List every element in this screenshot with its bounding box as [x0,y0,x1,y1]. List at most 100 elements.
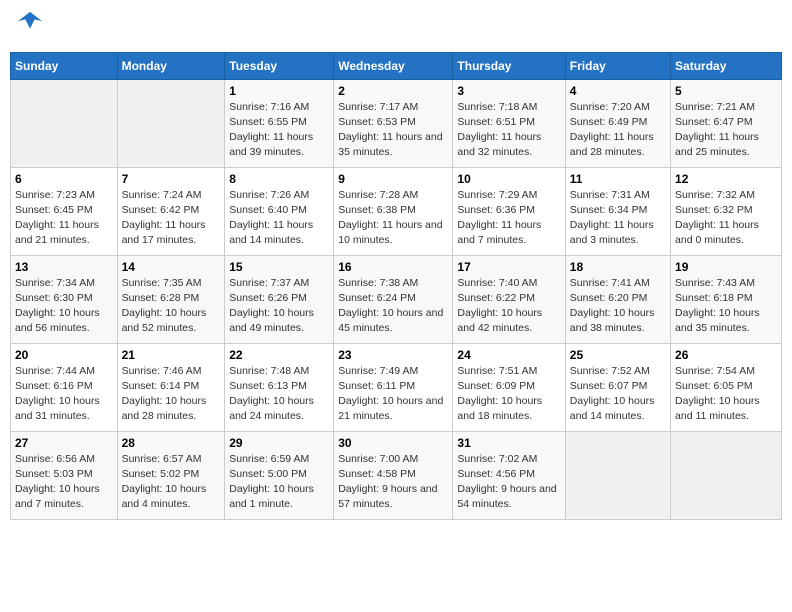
logo-line1 [14,10,44,44]
day-info: Sunrise: 7:46 AM Sunset: 6:14 PM Dayligh… [122,364,221,425]
day-info: Sunrise: 7:23 AM Sunset: 6:45 PM Dayligh… [15,188,113,249]
day-info: Sunrise: 7:37 AM Sunset: 6:26 PM Dayligh… [229,276,329,337]
day-info: Sunrise: 7:02 AM Sunset: 4:56 PM Dayligh… [457,452,560,513]
day-info: Sunrise: 6:57 AM Sunset: 5:02 PM Dayligh… [122,452,221,513]
day-number: 4 [570,84,666,98]
calendar-cell: 2 Sunrise: 7:17 AM Sunset: 6:53 PM Daylig… [334,79,453,167]
day-number: 9 [338,172,448,186]
calendar-cell: 20Sunrise: 7:44 AM Sunset: 6:16 PM Dayli… [11,343,118,431]
calendar-cell: 27 Sunrise: 6:56 AM Sunset: 5:03 PM Dayli… [11,431,118,519]
day-header-thursday: Thursday [453,52,565,79]
day-info: Sunrise: 7:35 AM Sunset: 6:28 PM Dayligh… [122,276,221,337]
day-header-saturday: Saturday [671,52,782,79]
day-number: 1 [229,84,329,98]
calendar-week-row: 6 Sunrise: 7:23 AM Sunset: 6:45 PM Daylig… [11,167,782,255]
day-info: Sunrise: 7:31 AM Sunset: 6:34 PM Dayligh… [570,188,666,249]
calendar-cell: 8 Sunrise: 7:26 AM Sunset: 6:40 PM Daylig… [225,167,334,255]
calendar-cell: 22 Sunrise: 7:48 AM Sunset: 6:13 PM Dayli… [225,343,334,431]
day-number: 11 [570,172,666,186]
logo [14,10,44,44]
day-header-tuesday: Tuesday [225,52,334,79]
day-number: 15 [229,260,329,274]
calendar-cell: 25 Sunrise: 7:52 AM Sunset: 6:07 PM Dayli… [565,343,670,431]
calendar-cell: 29 Sunrise: 6:59 AM Sunset: 5:00 PM Dayli… [225,431,334,519]
day-info: Sunrise: 7:49 AM Sunset: 6:11 PM Dayligh… [338,364,448,425]
day-info: Sunrise: 7:17 AM Sunset: 6:53 PM Dayligh… [338,100,448,161]
day-info: Sunrise: 7:52 AM Sunset: 6:07 PM Dayligh… [570,364,666,425]
day-info: Sunrise: 7:34 AM Sunset: 6:30 PM Dayligh… [15,276,113,337]
day-info: Sunrise: 7:38 AM Sunset: 6:24 PM Dayligh… [338,276,448,337]
calendar-cell: 19 Sunrise: 7:43 AM Sunset: 6:18 PM Dayli… [671,255,782,343]
calendar-cell [565,431,670,519]
calendar-week-row: 27 Sunrise: 6:56 AM Sunset: 5:03 PM Dayli… [11,431,782,519]
calendar-header-row: SundayMondayTuesdayWednesdayThursdayFrid… [11,52,782,79]
calendar-cell: 15 Sunrise: 7:37 AM Sunset: 6:26 PM Dayli… [225,255,334,343]
calendar-week-row: 1Sunrise: 7:16 AM Sunset: 6:55 PM Daylig… [11,79,782,167]
day-number: 5 [675,84,777,98]
calendar-cell: 26 Sunrise: 7:54 AM Sunset: 6:05 PM Dayli… [671,343,782,431]
day-number: 27 [15,436,113,450]
day-number: 26 [675,348,777,362]
calendar-cell: 14 Sunrise: 7:35 AM Sunset: 6:28 PM Dayli… [117,255,225,343]
day-header-friday: Friday [565,52,670,79]
calendar-cell: 18 Sunrise: 7:41 AM Sunset: 6:20 PM Dayli… [565,255,670,343]
day-info: Sunrise: 7:54 AM Sunset: 6:05 PM Dayligh… [675,364,777,425]
calendar-cell: 1Sunrise: 7:16 AM Sunset: 6:55 PM Daylig… [225,79,334,167]
calendar-cell: 9 Sunrise: 7:28 AM Sunset: 6:38 PM Daylig… [334,167,453,255]
calendar-cell: 10Sunrise: 7:29 AM Sunset: 6:36 PM Dayli… [453,167,565,255]
day-info: Sunrise: 7:20 AM Sunset: 6:49 PM Dayligh… [570,100,666,161]
day-number: 6 [15,172,113,186]
day-info: Sunrise: 7:44 AM Sunset: 6:16 PM Dayligh… [15,364,113,425]
day-number: 25 [570,348,666,362]
day-info: Sunrise: 7:26 AM Sunset: 6:40 PM Dayligh… [229,188,329,249]
calendar-cell: 28 Sunrise: 6:57 AM Sunset: 5:02 PM Dayli… [117,431,225,519]
calendar-cell [117,79,225,167]
day-info: Sunrise: 7:21 AM Sunset: 6:47 PM Dayligh… [675,100,777,161]
day-number: 2 [338,84,448,98]
day-number: 29 [229,436,329,450]
day-number: 14 [122,260,221,274]
calendar-cell [11,79,118,167]
calendar-cell: 5 Sunrise: 7:21 AM Sunset: 6:47 PM Daylig… [671,79,782,167]
day-info: Sunrise: 7:24 AM Sunset: 6:42 PM Dayligh… [122,188,221,249]
day-number: 30 [338,436,448,450]
calendar-cell [671,431,782,519]
logo-bird-icon [16,10,44,38]
day-number: 12 [675,172,777,186]
day-info: Sunrise: 7:18 AM Sunset: 6:51 PM Dayligh… [457,100,560,161]
day-number: 8 [229,172,329,186]
day-number: 21 [122,348,221,362]
day-info: Sunrise: 7:51 AM Sunset: 6:09 PM Dayligh… [457,364,560,425]
day-number: 31 [457,436,560,450]
day-number: 22 [229,348,329,362]
day-number: 13 [15,260,113,274]
day-number: 10 [457,172,560,186]
day-info: Sunrise: 7:48 AM Sunset: 6:13 PM Dayligh… [229,364,329,425]
calendar-week-row: 13 Sunrise: 7:34 AM Sunset: 6:30 PM Dayli… [11,255,782,343]
page-header [10,10,782,44]
calendar-cell: 16Sunrise: 7:38 AM Sunset: 6:24 PM Dayli… [334,255,453,343]
day-info: Sunrise: 7:41 AM Sunset: 6:20 PM Dayligh… [570,276,666,337]
calendar-cell: 11 Sunrise: 7:31 AM Sunset: 6:34 PM Dayli… [565,167,670,255]
calendar-cell: 31 Sunrise: 7:02 AM Sunset: 4:56 PM Dayli… [453,431,565,519]
calendar-cell: 13 Sunrise: 7:34 AM Sunset: 6:30 PM Dayli… [11,255,118,343]
day-number: 17 [457,260,560,274]
day-info: Sunrise: 7:28 AM Sunset: 6:38 PM Dayligh… [338,188,448,249]
calendar-week-row: 20Sunrise: 7:44 AM Sunset: 6:16 PM Dayli… [11,343,782,431]
day-number: 18 [570,260,666,274]
day-number: 19 [675,260,777,274]
day-header-monday: Monday [117,52,225,79]
day-header-sunday: Sunday [11,52,118,79]
calendar-table: SundayMondayTuesdayWednesdayThursdayFrid… [10,52,782,520]
calendar-cell: 23Sunrise: 7:49 AM Sunset: 6:11 PM Dayli… [334,343,453,431]
day-info: Sunrise: 7:43 AM Sunset: 6:18 PM Dayligh… [675,276,777,337]
day-info: Sunrise: 6:59 AM Sunset: 5:00 PM Dayligh… [229,452,329,513]
calendar-cell: 21 Sunrise: 7:46 AM Sunset: 6:14 PM Dayli… [117,343,225,431]
calendar-cell: 30Sunrise: 7:00 AM Sunset: 4:58 PM Dayli… [334,431,453,519]
day-number: 28 [122,436,221,450]
day-info: Sunrise: 7:40 AM Sunset: 6:22 PM Dayligh… [457,276,560,337]
day-info: Sunrise: 6:56 AM Sunset: 5:03 PM Dayligh… [15,452,113,513]
day-header-wednesday: Wednesday [334,52,453,79]
calendar-cell: 17 Sunrise: 7:40 AM Sunset: 6:22 PM Dayli… [453,255,565,343]
day-number: 7 [122,172,221,186]
